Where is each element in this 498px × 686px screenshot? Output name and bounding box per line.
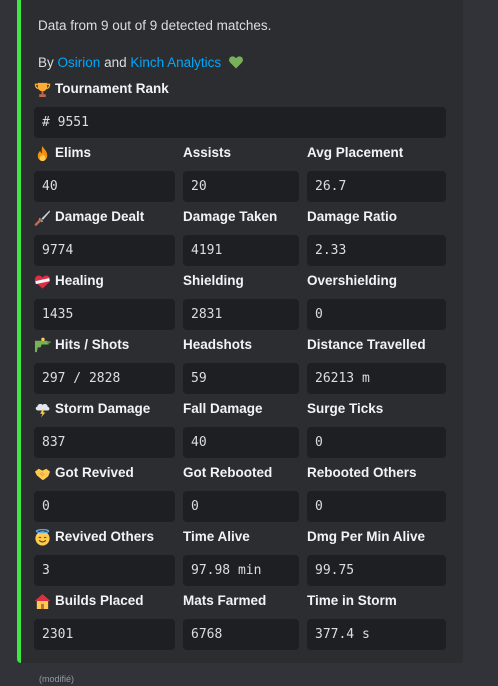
field-label: Time Alive bbox=[183, 529, 250, 544]
field-label: Damage Ratio bbox=[307, 209, 398, 224]
field-healing: Healing 1435 bbox=[34, 272, 175, 330]
field-label: Got Rebooted bbox=[183, 465, 273, 480]
field-value: 1435 bbox=[34, 299, 175, 330]
field-rebooted-others: Rebooted Others 0 bbox=[307, 464, 446, 522]
field-damage-ratio: Damage Ratio 2.33 bbox=[307, 208, 446, 266]
field-fall-damage: Fall Damage 40 bbox=[183, 400, 299, 458]
field-damage-taken: Damage Taken 4191 bbox=[183, 208, 299, 266]
field-value: 297 / 2828 bbox=[34, 363, 175, 394]
edited-label: (modifié) bbox=[39, 674, 75, 684]
field-label: Headshots bbox=[183, 337, 253, 352]
fire-icon bbox=[37, 145, 48, 161]
field-assists: Assists 20 bbox=[183, 144, 299, 202]
green-heart-icon bbox=[229, 56, 243, 69]
field-shielding: Shielding 2831 bbox=[183, 272, 299, 330]
field-avg-placement: Avg Placement 26.7 bbox=[307, 144, 446, 202]
field-dmg-per-min-alive: Dmg Per Min Alive 99.75 bbox=[307, 528, 446, 586]
field-value: 6768 bbox=[183, 619, 299, 650]
field-value: 2831 bbox=[183, 299, 299, 330]
field-tournament-rank: Tournament Rank # 9551 bbox=[34, 80, 446, 138]
dagger-icon bbox=[34, 209, 51, 226]
field-got-rebooted: Got Rebooted 0 bbox=[183, 464, 299, 522]
field-value: 2301 bbox=[34, 619, 175, 650]
field-hits-shots: Hits / Shots 297 / 2828 bbox=[34, 336, 175, 394]
field-value: 377.4 s bbox=[307, 619, 446, 650]
field-label: Mats Farmed bbox=[183, 593, 267, 608]
field-label: Elims bbox=[55, 145, 92, 160]
bandaged-heart-icon bbox=[34, 274, 51, 289]
field-value: # 9551 bbox=[34, 107, 446, 138]
field-value: 9774 bbox=[34, 235, 175, 266]
field-label: Time in Storm bbox=[307, 593, 397, 608]
field-label: Shielding bbox=[183, 273, 244, 288]
field-value: 0 bbox=[307, 427, 446, 458]
field-revived-others: Revived Others 3 bbox=[34, 528, 175, 586]
field-distance-travelled: Distance Travelled 26213 m bbox=[307, 336, 446, 394]
field-value: 59 bbox=[183, 363, 299, 394]
field-damage-dealt: Damage Dealt 9774 bbox=[34, 208, 175, 266]
field-label: Distance Travelled bbox=[307, 337, 426, 352]
field-value: 20 bbox=[183, 171, 299, 202]
field-time-alive: Time Alive 97.98 min bbox=[183, 528, 299, 586]
field-value: 40 bbox=[183, 427, 299, 458]
credits-and: and bbox=[104, 55, 127, 70]
field-overshielding: Overshielding 0 bbox=[307, 272, 446, 330]
field-value: 2.33 bbox=[307, 235, 446, 266]
field-value: 0 bbox=[307, 491, 446, 522]
handshake-icon bbox=[34, 468, 51, 480]
field-label: Avg Placement bbox=[307, 145, 404, 160]
field-got-revived: Got Revived 0 bbox=[34, 464, 175, 522]
credits-line: By Osirion and Kinch Analytics bbox=[38, 54, 244, 70]
field-label: Surge Ticks bbox=[307, 401, 384, 416]
field-surge-ticks: Surge Ticks 0 bbox=[307, 400, 446, 458]
house-icon bbox=[34, 593, 51, 609]
field-value: 40 bbox=[34, 171, 175, 202]
field-label: Builds Placed bbox=[55, 593, 144, 608]
field-label: Damage Dealt bbox=[55, 209, 145, 224]
field-value: 97.98 min bbox=[183, 555, 299, 586]
field-builds-placed: Builds Placed 2301 bbox=[34, 592, 175, 650]
field-value: 3 bbox=[34, 555, 175, 586]
field-label: Got Revived bbox=[55, 465, 134, 480]
kinch-analytics-link[interactable]: Kinch Analytics bbox=[130, 55, 221, 70]
halo-face-icon bbox=[35, 528, 50, 546]
water-pistol-icon bbox=[34, 337, 51, 352]
field-label: Damage Taken bbox=[183, 209, 278, 224]
field-label: Overshielding bbox=[307, 273, 398, 288]
field-value: 837 bbox=[34, 427, 175, 458]
field-storm-damage: Storm Damage 837 bbox=[34, 400, 175, 458]
field-label: Dmg Per Min Alive bbox=[307, 529, 426, 544]
field-label: Storm Damage bbox=[55, 401, 151, 416]
field-value: 0 bbox=[307, 299, 446, 330]
field-label: Rebooted Others bbox=[307, 465, 417, 480]
field-value: 26213 m bbox=[307, 363, 446, 394]
field-value: 0 bbox=[183, 491, 299, 522]
osirion-link[interactable]: Osirion bbox=[58, 55, 101, 70]
field-value: 4191 bbox=[183, 235, 299, 266]
field-label: Healing bbox=[55, 273, 104, 288]
field-time-in-storm: Time in Storm 377.4 s bbox=[307, 592, 446, 650]
trophy-icon bbox=[34, 82, 51, 97]
field-mats-farmed: Mats Farmed 6768 bbox=[183, 592, 299, 650]
storm-cloud-icon bbox=[35, 403, 50, 418]
stats-embed: Data from 9 out of 9 detected matches. B… bbox=[17, 0, 463, 684]
field-value: 26.7 bbox=[307, 171, 446, 202]
field-label: Revived Others bbox=[55, 529, 155, 544]
matches-summary: Data from 9 out of 9 detected matches. bbox=[38, 18, 272, 33]
field-elims: Elims 40 bbox=[34, 144, 175, 202]
credits-by: By bbox=[38, 55, 54, 70]
field-value: 0 bbox=[34, 491, 175, 522]
field-headshots: Headshots 59 bbox=[183, 336, 299, 394]
field-label: Tournament Rank bbox=[55, 81, 169, 96]
field-label: Hits / Shots bbox=[55, 337, 130, 352]
field-label: Assists bbox=[183, 145, 232, 160]
field-value: 99.75 bbox=[307, 555, 446, 586]
field-label: Fall Damage bbox=[183, 401, 263, 416]
